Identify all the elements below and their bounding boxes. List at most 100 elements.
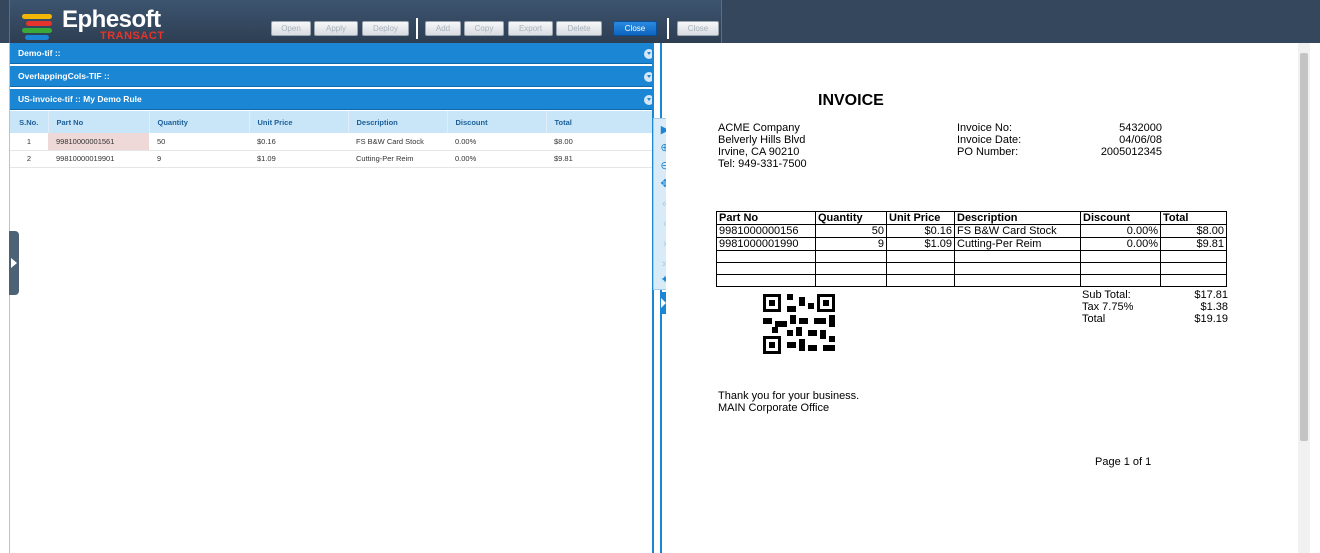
panel-title: Demo-tif ::	[18, 48, 61, 58]
column-header[interactable]: Discount	[447, 111, 547, 133]
thank-you-note: Thank you for your business. MAIN Corpor…	[718, 390, 859, 414]
totals-label: Tax 7.75%	[1082, 301, 1134, 313]
meta-label: Invoice Date:	[957, 134, 1022, 146]
invoice-cell: 0.00%	[1080, 237, 1161, 251]
invoice-column-header: Quantity	[815, 211, 887, 225]
scrollbar-thumb[interactable]	[1300, 53, 1308, 441]
cell[interactable]: $8.00	[546, 133, 653, 151]
invoice-cell: $1.09	[886, 237, 955, 251]
panel-header-demo-tif[interactable]: Demo-tif ::	[10, 43, 662, 64]
invoice-cell: $0.16	[886, 224, 955, 238]
column-header[interactable]: Total	[546, 111, 653, 133]
invoice-column-header: Description	[954, 211, 1081, 225]
deploy-button[interactable]: Deploy	[362, 21, 409, 36]
cell[interactable]: 99810000001561	[48, 133, 149, 151]
column-header[interactable]: Description	[348, 111, 448, 133]
close-viewer-button[interactable]: Close	[677, 21, 719, 36]
column-header[interactable]: Unit Price	[249, 111, 349, 133]
export-button[interactable]: Export	[508, 21, 553, 36]
expand-left-panel-handle[interactable]	[9, 231, 19, 295]
address-line: Irvine, CA 90210	[718, 146, 800, 158]
invoice-empty-row	[716, 250, 1227, 263]
invoice-column-header: Total	[1160, 211, 1227, 225]
add-button[interactable]: Add	[425, 21, 461, 36]
table-row[interactable]: 1 99810000001561 50 $0.16 FS B&W Card St…	[10, 133, 653, 151]
delete-button[interactable]: Delete	[556, 21, 602, 36]
totals-value: $1.38	[1200, 301, 1228, 313]
qr-code-icon	[763, 294, 835, 354]
address-line: Tel: 949-331-7500	[718, 158, 807, 170]
totals-value: $19.19	[1194, 313, 1228, 325]
totals-labels: Sub Total: Tax 7.75% Total	[1082, 289, 1133, 325]
cell[interactable]: $0.16	[249, 133, 348, 151]
invoice-title: INVOICE	[818, 92, 884, 109]
invoice-cell: 50	[815, 224, 887, 238]
open-button[interactable]: Open	[271, 21, 311, 36]
invoice-table-header: Part No Quantity Unit Price Description …	[716, 211, 1227, 225]
page-number: Page 1 of 1	[1095, 456, 1152, 468]
column-header[interactable]: Part No	[48, 111, 150, 133]
invoice-empty-row	[716, 274, 1227, 287]
totals-label: Total	[1082, 313, 1106, 325]
top-bar: Ephesoft TRANSACT Open Apply Deploy Add …	[0, 0, 1320, 43]
totals-label: Sub Total:	[1082, 289, 1131, 301]
invoice-empty-row	[716, 262, 1227, 275]
toolbar-separator	[416, 18, 418, 39]
meta-value: 2005012345	[1100, 146, 1162, 158]
invoice-column-header: Discount	[1080, 211, 1161, 225]
cell[interactable]: 9	[149, 150, 249, 168]
invoice-cell: 9	[815, 237, 887, 251]
invoice-line-items: Part No Quantity Unit Price Description …	[716, 211, 1227, 287]
invoice-cell: 0.00%	[1080, 224, 1161, 238]
column-header[interactable]: S.No.	[10, 111, 49, 133]
invoice-cell: Cutting-Per Reim	[954, 237, 1081, 251]
cell[interactable]: FS B&W Card Stock	[348, 133, 447, 151]
toolbar-separator	[667, 18, 669, 39]
address-line: Belverly Hills Blvd	[718, 134, 806, 146]
footer-line: Thank you for your business.	[718, 390, 860, 402]
cell[interactable]: 1	[10, 133, 48, 151]
app-logo: Ephesoft TRANSACT	[22, 4, 172, 42]
viewer-scrollbar[interactable]	[1298, 43, 1310, 553]
invoice-meta-values: 5432000 04/06/08 2005012345	[1090, 122, 1162, 158]
invoice-meta-labels: Invoice No: Invoice Date: PO Number:	[957, 122, 1021, 158]
cell[interactable]: 99810000019901	[48, 150, 149, 168]
table-row[interactable]: 2 99810000019901 9 $1.09 Cutting-Per Rei…	[10, 150, 653, 168]
cell[interactable]: 2	[10, 150, 48, 168]
invoice-row: 9981000001990 9 $1.09 Cutting-Per Reim 0…	[716, 237, 1227, 251]
cell[interactable]: $9.81	[546, 150, 653, 168]
invoice-cell: 9981000000156	[716, 224, 816, 238]
totals-values: $17.81 $1.38 $19.19	[1172, 289, 1228, 325]
rule-results-pane: Demo-tif :: OverlappingCols-TIF :: US-in…	[9, 43, 662, 553]
cell[interactable]: 0.00%	[447, 133, 546, 151]
panel-header-us-invoice[interactable]: US-invoice-tif :: My Demo Rule	[10, 89, 662, 110]
brand-tagline: TRANSACT	[100, 30, 165, 42]
invoice-cell: FS B&W Card Stock	[954, 224, 1081, 238]
invoice-cell: $9.81	[1160, 237, 1227, 251]
invoice-cell: 9981000001990	[716, 237, 816, 251]
apply-button[interactable]: Apply	[314, 21, 358, 36]
copy-button[interactable]: Copy	[464, 21, 504, 36]
meta-value: 5432000	[1119, 122, 1162, 134]
footer-line: MAIN Corporate Office	[718, 402, 830, 414]
totals-value: $17.81	[1194, 289, 1228, 301]
close-button[interactable]: Close	[613, 21, 657, 36]
invoice-cell: $8.00	[1160, 224, 1227, 238]
cell[interactable]: Cutting-Per Reim	[348, 150, 447, 168]
cell[interactable]: 0.00%	[447, 150, 546, 168]
meta-label: Invoice No:	[957, 122, 1013, 134]
panel-header-overlappingcols[interactable]: OverlappingCols-TIF ::	[10, 66, 662, 87]
extracted-table: S.No. Part No Quantity Unit Price Descri…	[10, 111, 653, 168]
invoice-row: 9981000000156 50 $0.16 FS B&W Card Stock…	[716, 224, 1227, 238]
meta-label: PO Number:	[957, 146, 1019, 158]
cell[interactable]: $1.09	[249, 150, 348, 168]
table-header-row: S.No. Part No Quantity Unit Price Descri…	[10, 111, 653, 133]
viewer-edge	[1310, 43, 1320, 553]
panel-title: US-invoice-tif :: My Demo Rule	[18, 94, 142, 104]
address-line: ACME Company	[718, 122, 800, 134]
cell[interactable]: 50	[149, 133, 249, 151]
invoice-column-header: Part No	[716, 211, 816, 225]
panel-title: OverlappingCols-TIF ::	[18, 71, 110, 81]
invoice-column-header: Unit Price	[886, 211, 955, 225]
column-header[interactable]: Quantity	[149, 111, 250, 133]
